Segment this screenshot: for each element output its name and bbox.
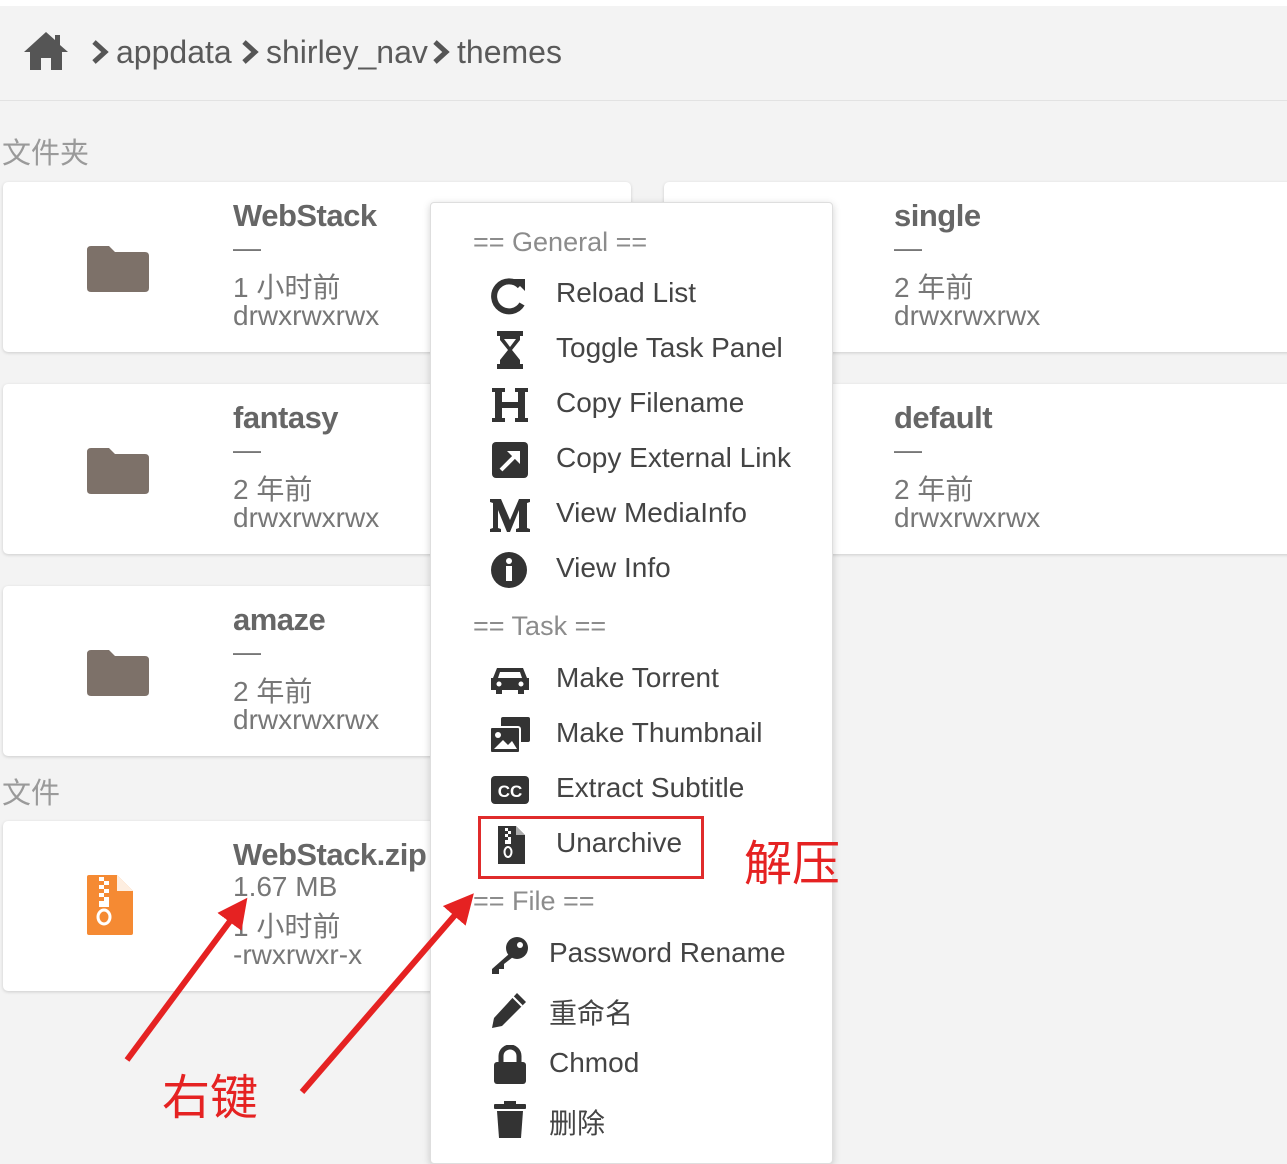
menu-item-reload-list[interactable]: Reload List [431, 271, 831, 319]
breadcrumb-bar: appdata shirley_nav themes [0, 0, 1287, 101]
pencil-icon [492, 993, 526, 1028]
menu-item-toggle-task-panel[interactable]: Toggle Task Panel [431, 326, 831, 374]
closed-captioning-icon: CC [491, 776, 529, 804]
menu-item-chmod[interactable]: Chmod [431, 1041, 831, 1089]
file-permissions: -rwxrwxr-x [233, 939, 363, 970]
file-size: 1.67 MB [233, 871, 338, 902]
chevron-right-icon [242, 40, 259, 64]
folder-permissions: drwxrwxrwx [894, 502, 1041, 533]
chevron-right-icon [433, 40, 450, 64]
reload-icon [491, 278, 525, 315]
menu-item-copy-external-link[interactable]: Copy External Link [431, 436, 831, 484]
folder-size: — [233, 232, 261, 263]
menu-section-task: == Task == [473, 611, 607, 641]
folder-icon [87, 448, 149, 494]
menu-item-make-torrent[interactable]: Make Torrent [431, 656, 831, 704]
folder-name: WebStack [233, 198, 377, 233]
folder-name: default [894, 400, 993, 435]
menu-item-label: View Info [556, 552, 671, 583]
context-menu: == General == Reload List Toggle Task Pa… [430, 202, 833, 1164]
medium-icon [490, 499, 530, 532]
heading-icon [492, 388, 528, 422]
menu-item-label: Chmod [549, 1047, 640, 1078]
menu-item-label: Reload List [556, 277, 697, 308]
hourglass-icon [497, 331, 523, 369]
menu-item-label: Toggle Task Panel [556, 332, 783, 363]
menu-item-view-mediainfo[interactable]: View MediaInfo [431, 491, 831, 539]
file-archive-icon [87, 875, 133, 935]
key-icon [492, 937, 528, 974]
breadcrumb-label: themes [457, 33, 562, 70]
breadcrumb-item-shirley-nav[interactable]: shirley_nav [240, 30, 428, 74]
home-icon[interactable] [22, 30, 70, 72]
images-icon [489, 717, 530, 754]
breadcrumb-item-appdata[interactable]: appdata [90, 30, 232, 74]
breadcrumb-label: appdata [116, 33, 232, 70]
menu-item-label: 删除 [549, 1108, 606, 1139]
top-edge [0, 0, 1287, 6]
menu-item-label: 重命名 [549, 998, 634, 1029]
section-title-folders: 文件夹 [2, 138, 90, 170]
breadcrumb-label: shirley_nav [266, 33, 428, 70]
folder-icon [87, 650, 149, 696]
info-icon [491, 552, 527, 588]
folder-name: amaze [233, 602, 326, 637]
folder-permissions: drwxrwxrwx [233, 300, 380, 331]
file-name: WebStack.zip [233, 837, 427, 872]
menu-item-rename[interactable]: 重命名 [431, 986, 831, 1034]
folder-name: fantasy [233, 400, 339, 435]
chevron-right-icon [92, 40, 109, 64]
folder-permissions: drwxrwxrwx [233, 502, 380, 533]
folder-size: — [233, 636, 261, 667]
menu-item-label: Copy External Link [556, 442, 792, 473]
menu-item-extract-subtitle[interactable]: CC Extract Subtitle [431, 766, 831, 814]
menu-item-label: Copy Filename [556, 387, 745, 418]
menu-item-make-thumbnail[interactable]: Make Thumbnail [431, 711, 831, 759]
folder-size: — [233, 434, 261, 465]
menu-item-delete[interactable]: 删除 [431, 1096, 831, 1144]
folder-name: single [894, 198, 981, 233]
folder-icon [87, 246, 149, 292]
annotation-right-click: 右键 [162, 1072, 259, 1125]
folder-size: — [894, 434, 922, 465]
menu-item-label: Make Torrent [556, 662, 719, 693]
menu-section-general: == General == [473, 227, 648, 257]
menu-item-label: View MediaInfo [556, 497, 747, 528]
folder-size: — [894, 232, 922, 263]
unarchive-highlight-box [478, 816, 704, 879]
breadcrumb-item-themes[interactable]: themes [431, 30, 562, 74]
menu-item-copy-filename[interactable]: Copy Filename [431, 381, 831, 429]
menu-section-file: == File == [473, 886, 595, 916]
menu-item-view-info[interactable]: View Info [431, 546, 831, 594]
trash-icon [494, 1101, 526, 1138]
folder-permissions: drwxrwxrwx [894, 300, 1041, 331]
section-title-files: 文件 [2, 778, 61, 810]
menu-item-label: Password Rename [549, 937, 786, 968]
menu-item-password-rename[interactable]: Password Rename [431, 931, 831, 979]
annotation-unarchive: 解压 [744, 838, 841, 891]
external-link-icon [492, 442, 528, 478]
svg-text:CC: CC [498, 782, 523, 801]
lock-icon [494, 1045, 526, 1084]
menu-item-label: Extract Subtitle [556, 772, 745, 803]
menu-item-label: Make Thumbnail [556, 717, 763, 748]
folder-permissions: drwxrwxrwx [233, 704, 380, 735]
car-icon [491, 668, 529, 694]
